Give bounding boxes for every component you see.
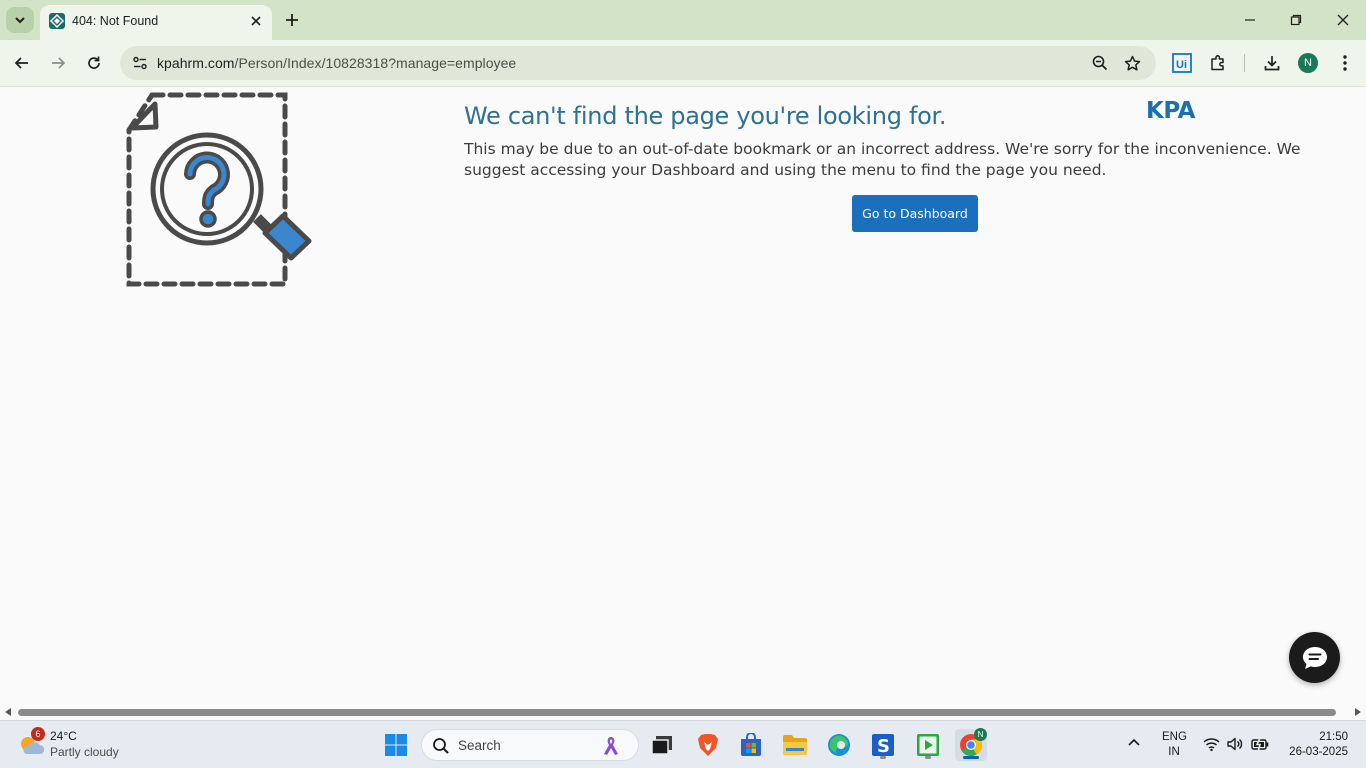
battery-icon[interactable] [1251, 737, 1269, 751]
address-bar[interactable]: kpahrm.com/Person/Index/10828318?manage=… [120, 46, 1156, 80]
site-info-button[interactable] [128, 51, 152, 75]
language-code: ENG [1162, 731, 1187, 743]
go-to-dashboard-button[interactable]: Go to Dashboard [852, 195, 978, 232]
reload-icon [88, 56, 100, 69]
app-s-icon: S [872, 734, 894, 757]
arrow-left-icon [14, 57, 28, 69]
task-view-button[interactable] [646, 729, 678, 761]
close-window-button[interactable] [1331, 8, 1355, 32]
task-view-icon [651, 736, 672, 755]
minimize-button[interactable] [1238, 8, 1262, 32]
weather-badge: 6 [31, 727, 45, 741]
extensions-button[interactable] [1206, 51, 1230, 75]
url-text[interactable]: kpahrm.com/Person/Index/10828318?manage=… [157, 55, 516, 71]
running-indicator [925, 756, 931, 759]
awareness-ribbon-icon [604, 737, 618, 755]
new-tab-button[interactable] [282, 10, 302, 30]
clock-time: 21:50 [1319, 731, 1348, 743]
chrome-button[interactable]: N [955, 728, 987, 761]
volume-icon[interactable] [1227, 737, 1243, 751]
taskbar-search-placeholder: Search [458, 738, 501, 753]
zoom-out-icon [1092, 55, 1108, 71]
active-indicator [963, 756, 979, 759]
edge-browser-button[interactable] [823, 729, 855, 761]
search-icon [433, 738, 449, 754]
input-language[interactable]: ENG IN [1162, 730, 1187, 760]
windows-icon [385, 734, 407, 756]
close-icon [251, 16, 261, 26]
brave-browser-button[interactable] [692, 729, 724, 761]
chevron-down-icon [15, 17, 25, 24]
svg-text:S: S [877, 736, 890, 757]
star-icon [1124, 55, 1140, 71]
scroll-right-icon[interactable] [1353, 707, 1363, 717]
tab-close-button[interactable] [248, 13, 264, 29]
kpa-logo[interactable]: KPA [1146, 98, 1195, 124]
puzzle-icon [1211, 55, 1224, 71]
system-clock[interactable]: 21:50 26-03-2025 [1289, 730, 1348, 758]
browser-toolbar: kpahrm.com/Person/Index/10828318?manage=… [0, 40, 1366, 87]
url-host: kpahrm.com [157, 55, 235, 71]
weather-temperature: 24°C [50, 729, 77, 743]
media-player-button[interactable] [912, 729, 944, 761]
tab-active[interactable]: 404: Not Found [40, 5, 272, 40]
store-bag-icon [741, 733, 761, 756]
bookmark-button[interactable] [1120, 51, 1144, 75]
uipath-extension-button[interactable]: Ui [1170, 51, 1194, 75]
page-title: We can't find the page you're looking fo… [464, 102, 947, 130]
chrome-profile-badge: N [974, 728, 987, 741]
running-indicator [880, 756, 886, 759]
file-explorer-button[interactable] [779, 729, 811, 761]
weather-condition: Partly cloudy [50, 745, 119, 759]
scroll-left-icon[interactable] [3, 707, 13, 717]
edge-icon [828, 734, 850, 756]
zoom-button[interactable] [1088, 51, 1112, 75]
app-s-button[interactable]: S [867, 729, 899, 761]
wifi-icon[interactable] [1203, 737, 1220, 751]
toolbar-separator [1244, 54, 1245, 72]
svg-text:Ui: Ui [1176, 59, 1187, 71]
error-message: This may be due to an out-of-date bookma… [464, 140, 1301, 179]
tab-search-button[interactable] [6, 7, 34, 33]
minimize-icon [1245, 19, 1255, 21]
chat-bubble-icon [1302, 646, 1327, 669]
taskbar: 6 24°C Partly cloudy Search S N ENG IN 2… [0, 720, 1366, 768]
download-icon [1264, 56, 1280, 71]
microsoft-store-button[interactable] [735, 729, 767, 761]
scrollbar-thumb[interactable] [18, 709, 1336, 716]
folder-icon [783, 735, 807, 755]
more-vertical-icon [1343, 55, 1347, 71]
brave-lion-icon [698, 734, 718, 756]
plus-icon [286, 14, 298, 26]
kpa-favicon-icon [49, 13, 65, 29]
horizontal-scrollbar[interactable] [0, 704, 1366, 720]
start-button[interactable] [380, 729, 412, 761]
restore-button[interactable] [1284, 8, 1308, 32]
reload-button[interactable] [82, 51, 106, 75]
menu-button[interactable] [1333, 51, 1357, 75]
tab-title: 404: Not Found [72, 14, 159, 28]
back-button[interactable] [10, 51, 34, 75]
region-code: IN [1168, 746, 1180, 758]
chat-widget-button[interactable] [1289, 632, 1340, 683]
url-path: /Person/Index/10828318?manage=employee [234, 55, 517, 71]
chevron-up-icon[interactable] [1127, 737, 1141, 747]
arrow-right-icon [52, 57, 66, 69]
tune-icon [133, 56, 147, 70]
page-not-found-illustration [126, 92, 312, 287]
forward-button[interactable] [46, 51, 70, 75]
uipath-icon: Ui [1172, 53, 1192, 73]
restore-icon [1290, 14, 1302, 26]
taskbar-search[interactable]: Search [421, 729, 639, 761]
clock-date: 26-03-2025 [1289, 746, 1348, 758]
downloads-button[interactable] [1260, 51, 1284, 75]
play-icon [917, 734, 939, 756]
close-icon [1337, 14, 1349, 26]
tab-strip: 404: Not Found [0, 0, 1366, 40]
profile-avatar[interactable]: N [1298, 53, 1318, 73]
